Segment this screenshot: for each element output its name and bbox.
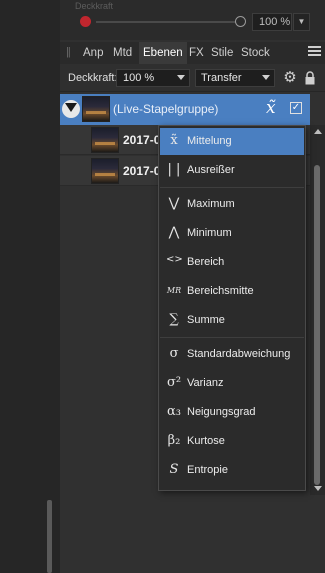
lock-icon[interactable] — [305, 71, 315, 85]
menu-item-label: Summe — [187, 314, 225, 326]
menu-item-kurtose[interactable]: β₂ Kurtose — [160, 428, 304, 455]
opacity-slider-track[interactable] — [96, 21, 236, 23]
entropy-icon: S — [169, 462, 179, 477]
scroll-up-icon[interactable] — [314, 129, 322, 134]
menu-item-minimum[interactable]: ⋀ Minimum — [160, 220, 304, 247]
outlier-icon: | | — [167, 162, 181, 177]
left-scrollbar-thumb[interactable] — [47, 500, 52, 573]
top-opacity-label: Deckkraft — [75, 1, 114, 11]
menu-item-label: Varianz — [187, 377, 224, 389]
triangle-down-icon — [65, 103, 77, 112]
left-panel-strip — [0, 0, 60, 573]
opacity-select[interactable]: 100 % — [116, 69, 190, 87]
layer-thumbnail — [91, 127, 119, 153]
menu-item-bereich[interactable]: <> Bereich — [160, 249, 304, 276]
menu-item-label: Mittelung — [187, 135, 232, 147]
stack-operator-menu: x̃ Mittelung | | Ausreißer ⋁ Maximum ⋀ M… — [158, 125, 306, 491]
sigma-icon: σ — [169, 346, 179, 361]
kurtosis-icon: β₂ — [167, 433, 181, 448]
menu-item-bereichsmitte[interactable]: MR Bereichsmitte — [160, 278, 304, 305]
gear-icon[interactable]: ⚙ — [282, 70, 298, 86]
tab-fx[interactable]: FX — [189, 42, 204, 64]
layer-name: 2017-0 — [123, 164, 161, 178]
grip-icon[interactable]: || — [66, 46, 71, 58]
menu-item-standardabweichung[interactable]: σ Standardabweichung — [160, 341, 304, 368]
tab-stile[interactable]: Stile — [211, 42, 233, 64]
menu-divider — [160, 337, 304, 338]
layer-group-label: (Live-Stapelgruppe) — [113, 102, 219, 116]
menu-item-label: Standardabweichung — [187, 348, 291, 360]
scrollbar-thumb[interactable] — [314, 165, 320, 485]
live-stack-mean-icon[interactable]: x̃ — [266, 98, 276, 118]
menu-item-label: Ausreißer — [187, 164, 235, 176]
opacity-value: 100 % — [123, 72, 155, 84]
sum-icon: ∑ — [169, 312, 179, 327]
layer-thumbnail — [91, 158, 119, 184]
midrange-icon: MR — [166, 286, 182, 295]
menu-item-maximum[interactable]: ⋁ Maximum — [160, 191, 304, 218]
menu-item-label: Neigungsgrad — [187, 406, 256, 418]
maximum-icon: ⋁ — [168, 196, 180, 211]
menu-item-neigungsgrad[interactable]: α₃ Neigungsgrad — [160, 399, 304, 426]
layer-row-group[interactable]: (Live-Stapelgruppe) x̃ ✓ — [60, 94, 310, 125]
visibility-checkbox[interactable]: ✓ — [290, 102, 302, 114]
menu-divider — [160, 187, 304, 188]
minimum-icon: ⋀ — [168, 225, 180, 240]
layer-opacity-row: Deckkraft: 100 % Transfer ⚙ — [60, 64, 325, 92]
variance-icon: σ² — [166, 375, 182, 390]
tab-stock[interactable]: Stock — [241, 42, 270, 64]
record-icon[interactable] — [80, 16, 91, 27]
layer-thumbnail — [82, 96, 110, 122]
menu-item-label: Bereichsmitte — [187, 285, 254, 297]
layers-scrollbar[interactable] — [310, 125, 325, 495]
panel-menu-icon[interactable] — [308, 46, 321, 59]
percent-field[interactable]: 100 % — [252, 13, 292, 31]
chevron-down-icon — [177, 75, 185, 80]
menu-item-ausreisser[interactable]: | | Ausreißer — [160, 157, 304, 184]
menu-item-label: Maximum — [187, 198, 235, 210]
layer-name: 2017-0 — [123, 133, 161, 147]
blend-mode-value: Transfer — [201, 72, 242, 84]
skewness-icon: α₃ — [167, 404, 181, 419]
opacity-slider-thumb[interactable] — [235, 16, 246, 27]
range-icon: <> — [166, 254, 183, 265]
menu-item-summe[interactable]: ∑ Summe — [160, 307, 304, 334]
menu-item-mittelung[interactable]: x̃ Mittelung — [160, 128, 304, 155]
mean-icon: x̃ — [170, 133, 178, 148]
opacity-label: Deckkraft: — [68, 72, 118, 84]
menu-item-label: Entropie — [187, 464, 228, 476]
menu-item-varianz[interactable]: σ² Varianz — [160, 370, 304, 397]
top-controls: Deckkraft 100 % ▼ — [60, 0, 325, 40]
menu-item-label: Kurtose — [187, 435, 225, 447]
panel-tabbar: || Anp Mtd Ebenen FX Stile Stock — [60, 42, 325, 64]
menu-item-label: Bereich — [187, 256, 225, 268]
menu-item-entropie[interactable]: S Entropie — [160, 457, 304, 484]
tab-ebenen[interactable]: Ebenen — [139, 42, 187, 64]
blend-mode-select[interactable]: Transfer — [195, 69, 275, 87]
scroll-down-icon[interactable] — [314, 486, 322, 491]
chevron-down-icon — [262, 75, 270, 80]
tab-mtd[interactable]: Mtd — [113, 42, 132, 64]
tab-anp[interactable]: Anp — [83, 42, 103, 64]
menu-item-label: Minimum — [187, 227, 232, 239]
percent-dropdown-button[interactable]: ▼ — [293, 13, 310, 31]
